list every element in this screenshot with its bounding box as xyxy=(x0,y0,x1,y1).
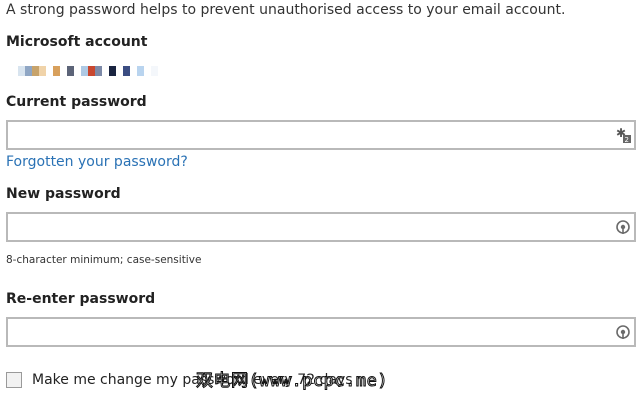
pixel-block xyxy=(74,66,81,76)
new-password-field[interactable] xyxy=(6,212,636,242)
password-hint: 8-character minimum; case-sensitive xyxy=(6,254,202,266)
pixel-block xyxy=(67,66,74,76)
pixel-block xyxy=(144,66,151,76)
svg-text:2: 2 xyxy=(625,136,629,143)
pixel-block xyxy=(95,66,102,76)
pixel-block xyxy=(130,66,137,76)
account-label: Microsoft account xyxy=(6,34,148,50)
current-password-field[interactable]: ✱ 2 xyxy=(6,120,636,150)
password-reveal-icon[interactable] xyxy=(615,219,631,235)
pixel-block xyxy=(81,66,88,76)
current-password-input[interactable] xyxy=(8,122,610,148)
pixel-block xyxy=(109,66,116,76)
new-password-label: New password xyxy=(6,186,121,202)
change-password-form: A strong password helps to prevent unaut… xyxy=(0,0,640,400)
pixel-block xyxy=(18,66,25,76)
reenter-password-field[interactable] xyxy=(6,317,636,347)
keyboard-icon[interactable]: ✱ 2 xyxy=(615,126,631,144)
pixel-block xyxy=(102,66,109,76)
current-password-label: Current password xyxy=(6,94,147,110)
reenter-password-label: Re-enter password xyxy=(6,291,156,307)
pixel-block xyxy=(60,66,67,76)
pixel-block xyxy=(32,66,39,76)
pixel-block xyxy=(116,66,123,76)
pixel-block xyxy=(25,66,32,76)
intro-text: A strong password helps to prevent unaut… xyxy=(6,2,566,18)
pixel-block xyxy=(137,66,144,76)
forgot-password-link[interactable]: Forgotten your password? xyxy=(6,154,188,170)
pixel-block xyxy=(123,66,130,76)
pixel-block xyxy=(39,66,46,76)
pixel-block xyxy=(46,66,53,76)
watermark: 双电网(www.pcpc.me) xyxy=(195,371,389,392)
new-password-input[interactable] xyxy=(8,214,610,240)
pixel-block xyxy=(88,66,95,76)
pixel-block xyxy=(151,66,158,76)
account-email-blurred xyxy=(18,66,158,76)
pixel-block xyxy=(53,66,60,76)
password-reveal-icon[interactable] xyxy=(615,324,631,340)
reenter-password-input[interactable] xyxy=(8,319,610,345)
change-every-72-days-checkbox[interactable] xyxy=(6,372,22,388)
